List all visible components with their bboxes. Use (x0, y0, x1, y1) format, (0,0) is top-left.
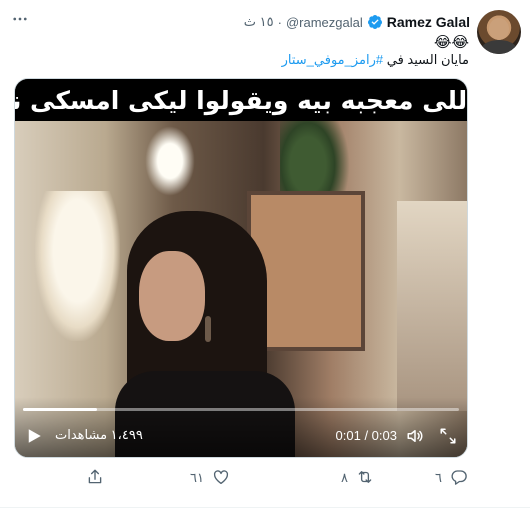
separator-dot: · (277, 14, 282, 30)
more-icon[interactable] (10, 10, 30, 30)
avatar-face (489, 18, 509, 40)
play-icon[interactable] (25, 427, 43, 445)
tweet-caption: مايان السيد في #رامز_موفي_ستار (282, 52, 469, 68)
progress-fill (23, 408, 98, 411)
reply-count: ٦ (435, 470, 442, 485)
video-banner: لما تقابلي اللى معجبه بيه ويقولوا ليكى ا… (15, 79, 467, 121)
tweet-actions: ٦ ٨ ٦١ (0, 466, 530, 492)
avatar-shirt (481, 40, 517, 54)
author-avatar[interactable] (477, 10, 521, 54)
tweet-emoji: 😂😂 (433, 34, 469, 51)
tweet[interactable]: Ramez Galal @ramezgalal · ١٥ ث 😂😂 مايان … (0, 0, 530, 509)
scene-earring (205, 316, 211, 342)
video-banner-text: لما تقابلي اللى معجبه بيه ويقولوا ليكى ا… (15, 85, 468, 115)
view-count: ١،٤٩٩ مشاهدات (55, 427, 143, 442)
retweet-count: ٨ (341, 470, 348, 485)
tweet-header: Ramez Galal @ramezgalal · ١٥ ث (244, 12, 470, 32)
like-icon (212, 468, 230, 489)
share-button[interactable] (86, 466, 104, 490)
hashtag-link[interactable]: #رامز_موفي_ستار (282, 52, 384, 67)
retweet-icon (356, 468, 374, 489)
reply-icon (450, 468, 468, 489)
verified-badge-icon (367, 14, 383, 30)
scene-person-face (139, 251, 205, 341)
progress-bar[interactable] (23, 408, 459, 411)
video-timecode: 0:01 / 0:03 (335, 428, 397, 443)
fullscreen-icon[interactable] (439, 427, 457, 445)
like-button[interactable]: ٦١ (190, 466, 230, 490)
scene-light (145, 126, 195, 196)
video-player[interactable]: لما تقابلي اللى معجبه بيه ويقولوا ليكى ا… (14, 78, 468, 458)
share-icon (86, 468, 104, 489)
like-count: ٦١ (190, 470, 204, 485)
retweet-button[interactable]: ٨ (341, 466, 374, 490)
reply-button[interactable]: ٦ (435, 466, 468, 490)
tweet-time[interactable]: ١٥ ث (244, 14, 274, 30)
caption-text: مايان السيد في (386, 52, 469, 67)
tweet-divider (0, 507, 530, 508)
volume-icon[interactable] (405, 427, 425, 445)
scene-lamp (35, 191, 120, 341)
scene-window (397, 201, 467, 411)
author-handle[interactable]: @ramezgalal (286, 15, 363, 30)
video-controls: ١،٤٩٩ مشاهدات 0:01 / 0:03 (15, 397, 467, 457)
author-name[interactable]: Ramez Galal (387, 14, 470, 30)
